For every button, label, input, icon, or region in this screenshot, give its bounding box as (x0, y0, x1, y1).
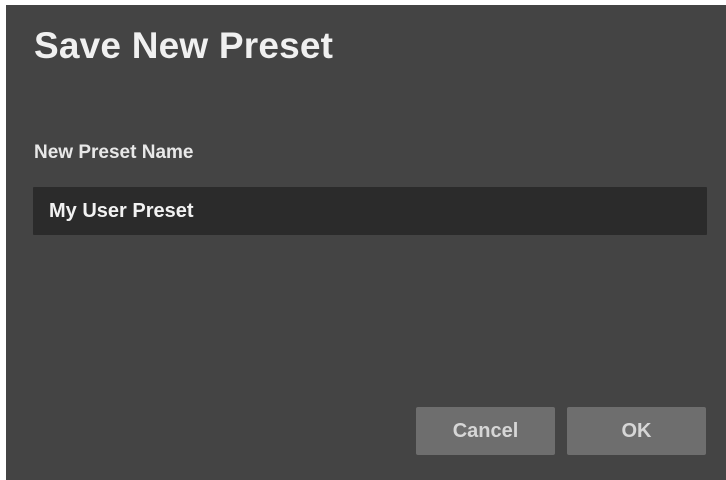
preset-name-label: New Preset Name (34, 142, 194, 163)
ok-button[interactable]: OK (567, 407, 706, 455)
preset-name-input[interactable] (33, 187, 707, 235)
save-preset-dialog: Save New Preset New Preset Name Cancel O… (6, 5, 726, 480)
dialog-title: Save New Preset (34, 25, 334, 66)
cancel-button[interactable]: Cancel (416, 407, 555, 455)
